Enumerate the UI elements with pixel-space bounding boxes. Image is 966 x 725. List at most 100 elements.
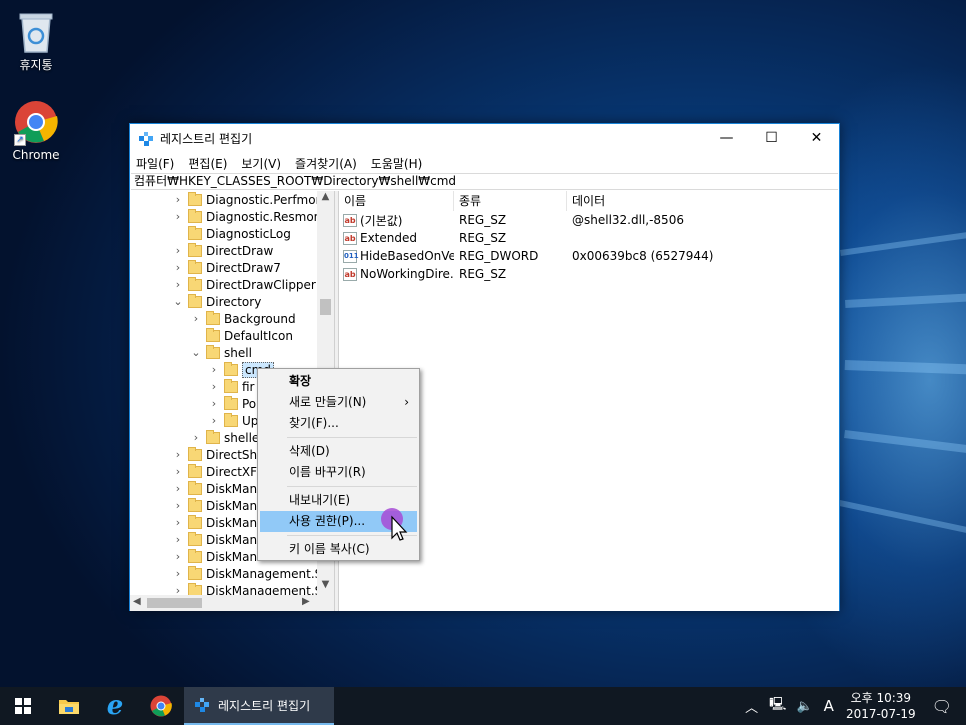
tree-node[interactable]: › DirectDraw — [172, 242, 273, 259]
chrome-taskbar-button[interactable] — [138, 687, 184, 725]
clock[interactable]: 오후 10:39 2017-07-19 — [846, 690, 916, 722]
minimize-button[interactable]: — — [704, 124, 749, 152]
tree-node[interactable]: ⌄ shell — [190, 344, 252, 361]
chrome-desktop-icon[interactable]: ↗ Chrome — [0, 100, 72, 162]
value-data: @shell32.dll,-8506 — [572, 213, 684, 227]
context-menu-item[interactable]: 삭제(D) — [258, 441, 419, 462]
value-row[interactable]: 011HideBasedOnVe... REG_DWORD 0x00639bc8 (… — [339, 247, 839, 265]
clock-time: 오후 10:39 — [850, 691, 912, 705]
tree-node[interactable]: DefaultIcon — [190, 327, 293, 344]
file-explorer-taskbar-button[interactable] — [46, 687, 92, 725]
menu-file[interactable]: 파일(F) — [136, 155, 174, 172]
tree-node[interactable]: › DirectSho — [172, 446, 265, 463]
tree-node[interactable]: › DirectDraw7 — [172, 259, 281, 276]
folder-icon — [188, 225, 202, 240]
tree-node[interactable]: › shelle — [190, 429, 259, 446]
collapsed-chevron-icon[interactable]: › — [172, 210, 184, 223]
collapsed-chevron-icon[interactable]: › — [208, 380, 220, 393]
tree-node[interactable]: DiagnosticLog — [172, 225, 291, 242]
collapsed-chevron-icon[interactable]: › — [172, 278, 184, 291]
scroll-right-icon[interactable]: ▶ — [302, 596, 310, 607]
address-bar[interactable]: 컴퓨터₩HKEY_CLASSES_ROOT₩Directory₩shell₩cm… — [131, 173, 838, 190]
chrome-icon — [150, 695, 172, 717]
value-row[interactable]: ab NoWorkingDire... REG_SZ — [339, 265, 839, 283]
column-type[interactable]: 종류 — [454, 191, 567, 211]
scroll-up-icon[interactable]: ▲ — [317, 191, 334, 207]
tree-node[interactable]: › DiskMana — [172, 514, 264, 531]
scroll-left-icon[interactable]: ◀ — [133, 596, 141, 607]
collapsed-chevron-icon[interactable]: › — [172, 516, 184, 529]
collapsed-chevron-icon[interactable]: › — [190, 312, 202, 325]
tree-node[interactable]: › fir — [208, 378, 255, 395]
expanded-chevron-icon[interactable]: ⌄ — [172, 295, 184, 308]
recycle-bin-desktop-icon[interactable]: 휴지통 — [0, 8, 72, 73]
folder-icon — [188, 446, 202, 461]
collapsed-chevron-icon[interactable]: › — [172, 261, 184, 274]
maximize-button[interactable]: ☐ — [749, 124, 794, 152]
context-menu-item[interactable]: 새로 만들기(N) › — [258, 392, 419, 413]
collapsed-chevron-icon[interactable]: › — [190, 431, 202, 444]
tree-hscroll-thumb[interactable] — [147, 598, 202, 608]
tree-node[interactable]: › Diagnostic.Perfmon.D — [172, 191, 335, 208]
tree-node[interactable]: › DiskMana — [172, 548, 264, 565]
title-bar[interactable]: 레지스트리 편집기 — ☐ ✕ — [130, 124, 839, 153]
collapsed-chevron-icon[interactable]: › — [172, 465, 184, 478]
internet-explorer-taskbar-button[interactable]: e — [92, 687, 138, 725]
collapsed-chevron-icon[interactable]: › — [172, 499, 184, 512]
start-button[interactable] — [0, 687, 46, 725]
collapsed-chevron-icon[interactable]: › — [172, 193, 184, 206]
column-name[interactable]: 이름 — [339, 191, 454, 211]
tree-node[interactable]: › Up — [208, 412, 258, 429]
tree-node[interactable]: ⌄ Directory — [172, 293, 261, 310]
menu-help[interactable]: 도움말(H) — [371, 155, 423, 172]
context-menu-item[interactable]: 찾기(F)... — [258, 413, 419, 434]
menu-view[interactable]: 보기(V) — [241, 155, 281, 172]
value-row[interactable]: ab Extended REG_SZ — [339, 229, 839, 247]
value-row[interactable]: ab (기본값) REG_SZ @shell32.dll,-8506 — [339, 211, 839, 229]
context-menu-item[interactable]: 확장 — [258, 371, 419, 392]
volume-icon[interactable]: 🔈 — [796, 699, 812, 714]
collapsed-chevron-icon[interactable]: › — [172, 244, 184, 257]
value-name: Extended — [360, 231, 417, 245]
tree-node[interactable]: › DiskMana — [172, 531, 264, 548]
collapsed-chevron-icon[interactable]: › — [172, 448, 184, 461]
context-menu-item-label: 키 이름 복사(C) — [289, 542, 370, 556]
tree-scroll-thumb[interactable] — [320, 299, 331, 315]
menu-favorites[interactable]: 즐겨찾기(A) — [295, 155, 357, 172]
taskbar-registry-editor[interactable]: 레지스트리 편집기 — [184, 687, 334, 725]
menu-edit[interactable]: 편집(E) — [188, 155, 227, 172]
tree-node[interactable]: › Po — [208, 395, 256, 412]
registry-editor-icon — [138, 131, 154, 147]
tree-node[interactable]: › DiskMana — [172, 480, 264, 497]
expanded-chevron-icon[interactable]: ⌄ — [190, 346, 202, 359]
collapsed-chevron-icon[interactable]: › — [208, 414, 220, 427]
collapsed-chevron-icon[interactable]: › — [172, 567, 184, 580]
show-hidden-icons-icon[interactable]: ︿ — [745, 697, 758, 716]
context-menu-item[interactable]: 이름 바꾸기(R) — [258, 462, 419, 483]
context-menu-item-label: 삭제(D) — [289, 444, 330, 458]
tree-node[interactable]: › DirectXFil — [172, 463, 263, 480]
tree-node-label: DirectDraw7 — [206, 260, 281, 275]
collapsed-chevron-icon[interactable]: › — [172, 533, 184, 546]
tree-node[interactable]: › DirectDrawClipper — [172, 276, 316, 293]
tree-node[interactable]: › DiskMana — [172, 497, 264, 514]
network-icon[interactable]: 🖳 — [769, 695, 786, 717]
folder-icon — [206, 310, 220, 325]
collapsed-chevron-icon[interactable]: › — [208, 397, 220, 410]
tree-node[interactable]: › Diagnostic.Resmon.C — [172, 208, 333, 225]
tree-horizontal-scrollbar[interactable]: ◀ ▶ — [130, 595, 334, 611]
collapsed-chevron-icon[interactable]: › — [208, 363, 220, 376]
scroll-down-icon[interactable]: ▼ — [317, 579, 334, 595]
ime-indicator[interactable]: A — [824, 697, 834, 715]
system-tray: ︿ 🖳 🔈 A 오후 10:39 2017-07-19 🗨 — [739, 687, 966, 725]
tree-node[interactable]: › Background — [190, 310, 296, 327]
notification-center-icon[interactable]: 🗨 — [932, 697, 952, 716]
collapsed-chevron-icon[interactable]: › — [172, 550, 184, 563]
tree-node[interactable]: › DiskManagement.Sna — [172, 565, 335, 582]
close-button[interactable]: ✕ — [794, 124, 839, 152]
string-value-icon: ab — [343, 231, 357, 245]
list-header: 이름 종류 데이터 — [339, 191, 839, 211]
value-type: REG_SZ — [459, 267, 507, 281]
column-data[interactable]: 데이터 — [567, 191, 727, 211]
collapsed-chevron-icon[interactable]: › — [172, 482, 184, 495]
